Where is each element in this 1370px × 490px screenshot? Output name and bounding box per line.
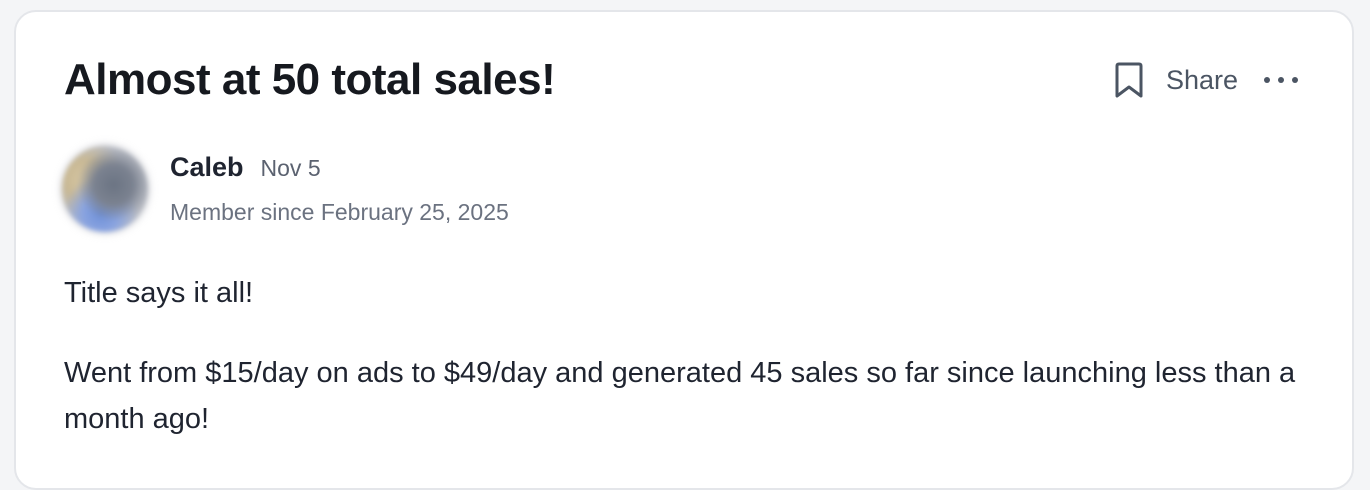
post-card: Almost at 50 total sales! Share Caleb No… <box>14 10 1354 490</box>
post-paragraph: Went from $15/day on ads to $49/day and … <box>64 357 1296 435</box>
author-name[interactable]: Caleb <box>170 152 244 183</box>
more-horizontal-icon[interactable] <box>1262 74 1300 86</box>
post-date: Nov 5 <box>260 155 321 181</box>
bookmark-icon[interactable] <box>1112 60 1166 100</box>
share-button[interactable]: Share <box>1166 65 1238 96</box>
post-title: Almost at 50 total sales! <box>64 55 556 104</box>
member-since: Member since February 25, 2025 <box>170 199 509 225</box>
author-name-row: Caleb Nov 5 <box>170 152 509 183</box>
author-meta: Caleb Nov 5 Member since February 25, 20… <box>170 146 509 232</box>
post-body: Title says it all! Went from $15/day on … <box>64 270 1304 476</box>
post-paragraph: Title says it all! <box>64 277 254 309</box>
author-block: Caleb Nov 5 Member since February 25, 20… <box>62 146 509 232</box>
avatar[interactable] <box>62 146 148 232</box>
post-actions: Share <box>1112 58 1300 102</box>
